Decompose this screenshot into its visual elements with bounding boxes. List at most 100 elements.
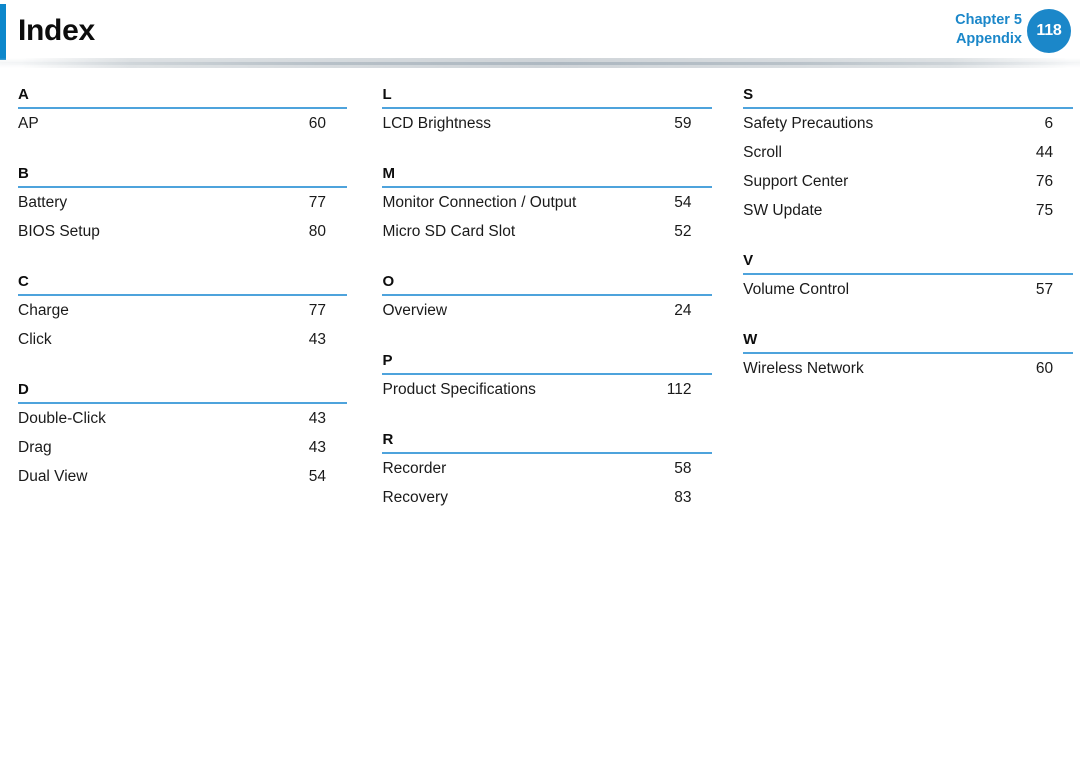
entry-page-number: 77 xyxy=(308,302,326,319)
index-entry[interactable]: Product Specifications 112 xyxy=(382,381,712,410)
index-entry[interactable]: Overview 24 xyxy=(382,302,712,331)
entry-page-number: 43 xyxy=(308,331,326,348)
entry-title: Recorder xyxy=(382,460,447,477)
index-entry[interactable]: Charge 77 xyxy=(18,302,347,331)
entry-list: LCD Brightness 59 xyxy=(382,109,712,144)
entry-page-number: 6 xyxy=(1044,115,1054,132)
page-number-badge: 118 xyxy=(1027,9,1071,53)
header-divider xyxy=(0,62,1080,65)
index-entry[interactable]: Drag 43 xyxy=(18,439,347,468)
index-section-p: P Product Specifications 112 xyxy=(382,352,713,410)
section-letter: A xyxy=(18,86,29,103)
entry-list: Double-Click 43 Drag 43 Dual View 54 xyxy=(18,404,347,497)
index-entry[interactable]: Dual View 54 xyxy=(18,468,347,497)
entry-title: Scroll xyxy=(743,144,782,161)
chapter-label: Chapter 5 xyxy=(955,12,1022,28)
index-entry[interactable]: BIOS Setup 80 xyxy=(18,223,347,252)
section-letter: L xyxy=(382,86,392,103)
entry-page-number: 52 xyxy=(674,223,692,240)
section-letter: M xyxy=(382,165,395,182)
entry-title: Recovery xyxy=(382,489,448,506)
index-section-d: D Double-Click 43 Drag 43 Dual View 54 xyxy=(18,381,347,497)
entry-page-number: 54 xyxy=(674,194,692,211)
index-column-1: A AP 60 B Battery 77 BIOS Setup 80 C Charge 77 Clic… xyxy=(0,86,367,518)
entry-list: Charge 77 Click 43 xyxy=(18,296,347,360)
entry-title: Battery xyxy=(18,194,68,211)
index-content: A AP 60 B Battery 77 BIOS Setup 80 C Charge 77 Clic… xyxy=(0,86,1080,518)
entry-list: Safety Precautions 6 Scroll 44 Support Cente… xyxy=(743,109,1073,231)
entry-title: Wireless Network xyxy=(743,360,864,377)
index-column-3: S Safety Precautions 6 Scroll 44 Support Cent… xyxy=(727,86,1080,518)
entry-title: Charge xyxy=(18,302,69,319)
index-entry[interactable]: Battery 77 xyxy=(18,194,347,223)
entry-title: Micro SD Card Slot xyxy=(382,223,516,240)
index-entry[interactable]: Double-Click 43 xyxy=(18,410,347,439)
section-letter: C xyxy=(18,273,29,290)
entry-page-number: 43 xyxy=(308,410,326,427)
page-title: Index xyxy=(18,14,95,47)
chapter-indicator: Chapter 5 Appendix xyxy=(955,11,1022,49)
index-entry[interactable]: LCD Brightness 59 xyxy=(382,115,712,144)
section-letter: S xyxy=(743,86,754,103)
index-entry[interactable]: Safety Precautions 6 xyxy=(743,115,1073,144)
entry-page-number: 24 xyxy=(674,302,692,319)
index-entry[interactable]: Support Center 76 xyxy=(743,173,1073,202)
entry-title: BIOS Setup xyxy=(18,223,100,240)
section-letter: B xyxy=(18,165,29,182)
entry-title: Product Specifications xyxy=(382,381,536,398)
section-letter: V xyxy=(743,252,754,269)
index-entry[interactable]: AP 60 xyxy=(18,115,347,144)
index-column-3-inner: S Safety Precautions 6 Scroll 44 Support Cent… xyxy=(743,86,1074,389)
entry-page-number: 80 xyxy=(308,223,326,240)
entry-list: Recorder 58 Recovery 83 xyxy=(382,454,712,518)
section-letter: P xyxy=(382,352,393,369)
entry-title: SW Update xyxy=(743,202,823,219)
entry-title: Support Center xyxy=(743,173,849,190)
entry-list: Overview 24 xyxy=(382,296,712,331)
entry-page-number: 60 xyxy=(308,115,326,132)
index-entry[interactable]: Recorder 58 xyxy=(382,460,712,489)
index-entry[interactable]: Scroll 44 xyxy=(743,144,1073,173)
entry-title: Dual View xyxy=(18,468,88,485)
index-column-2-inner: L LCD Brightness 59 M Monitor Connection / O… xyxy=(382,86,713,518)
index-entry[interactable]: Wireless Network 60 xyxy=(743,360,1073,389)
entry-title: Volume Control xyxy=(743,281,850,298)
index-section-r: R Recorder 58 Recovery 83 xyxy=(382,431,713,518)
entry-title: AP xyxy=(18,115,39,132)
index-entry[interactable]: Micro SD Card Slot 52 xyxy=(382,223,712,252)
header-accent-bar xyxy=(0,4,6,60)
entry-page-number: 43 xyxy=(308,439,326,456)
index-entry[interactable]: Monitor Connection / Output 54 xyxy=(382,194,712,223)
entry-title: Click xyxy=(18,331,52,348)
index-entry[interactable]: Click 43 xyxy=(18,331,347,360)
entry-title: Overview xyxy=(382,302,448,319)
page-header: Index Chapter 5 Appendix 118 xyxy=(0,0,1080,62)
index-section-b: B Battery 77 BIOS Setup 80 xyxy=(18,165,347,252)
entry-list: AP 60 xyxy=(18,109,347,144)
entry-page-number: 57 xyxy=(1035,281,1054,298)
entry-page-number: 54 xyxy=(308,468,326,485)
entry-list: Battery 77 BIOS Setup 80 xyxy=(18,188,347,252)
entry-title: Safety Precautions xyxy=(743,115,874,132)
section-letter: R xyxy=(382,431,394,448)
index-section-m: M Monitor Connection / Output 54 Micro SD C… xyxy=(382,165,713,252)
entry-page-number: 83 xyxy=(674,489,692,506)
index-section-o: O Overview 24 xyxy=(382,273,713,331)
appendix-label: Appendix xyxy=(955,31,1022,47)
entry-title: LCD Brightness xyxy=(382,115,492,132)
index-column-2: L LCD Brightness 59 M Monitor Connection / O… xyxy=(367,86,727,518)
section-letter: D xyxy=(18,381,29,398)
index-section-a: A AP 60 xyxy=(18,86,347,144)
index-section-w: W Wireless Network 60 xyxy=(743,331,1074,389)
index-entry[interactable]: Volume Control 57 xyxy=(743,281,1073,310)
index-section-l: L LCD Brightness 59 xyxy=(382,86,713,144)
section-letter: O xyxy=(382,273,395,290)
index-entry[interactable]: Recovery 83 xyxy=(382,489,712,518)
entry-title: Monitor Connection / Output xyxy=(382,194,577,211)
index-section-v: V Volume Control 57 xyxy=(743,252,1074,310)
entry-page-number: 76 xyxy=(1035,173,1054,190)
entry-page-number: 44 xyxy=(1035,144,1054,161)
index-entry[interactable]: SW Update 75 xyxy=(743,202,1073,231)
entry-page-number: 58 xyxy=(674,460,692,477)
section-letter: W xyxy=(743,331,758,348)
